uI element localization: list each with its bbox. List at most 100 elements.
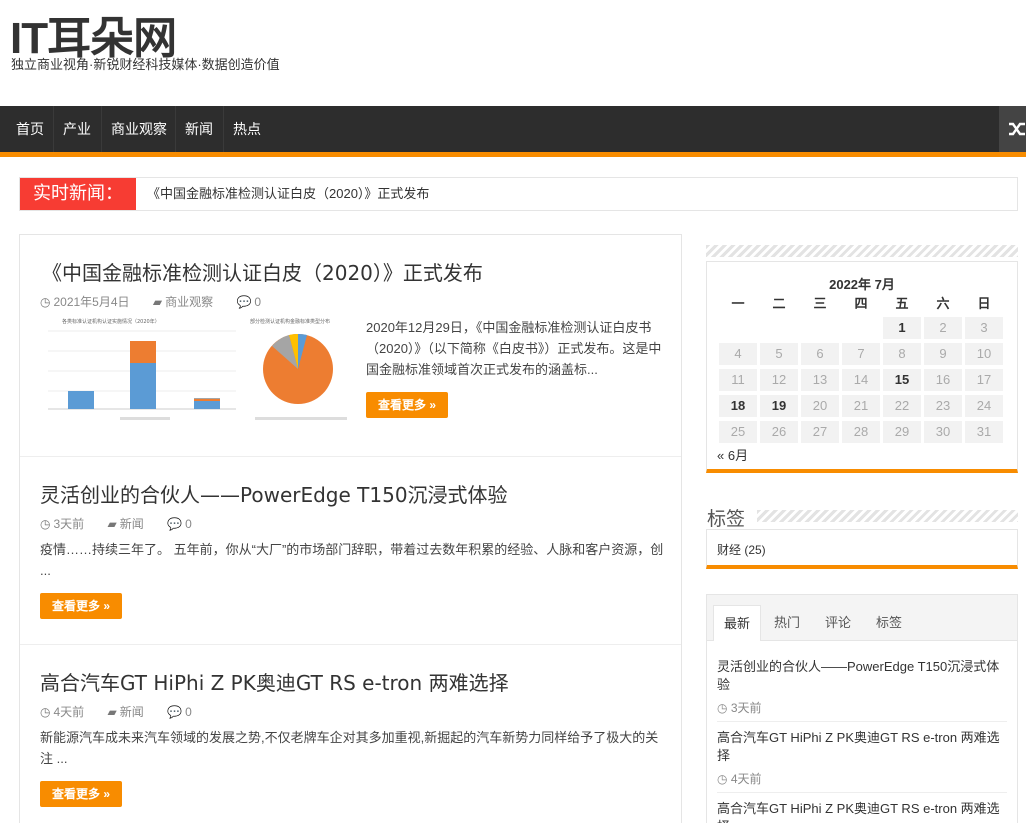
calendar-day: 29 bbox=[883, 421, 921, 443]
post-thumbnail[interactable]: 各类标准认证机构认证实施情况（2020年） 部分检测认证机构金融标准类型分布 bbox=[40, 317, 352, 429]
calendar-prev-month-link[interactable]: « 6月 bbox=[717, 445, 748, 464]
post-meta: ◷ 2021年5月4日 ▰ 商业观察 💬 0 bbox=[40, 293, 281, 310]
calendar-weekday: 日 bbox=[977, 296, 991, 311]
post-date: ◷ 2021年5月4日 bbox=[40, 295, 130, 309]
post-title[interactable]: 《中国金融标准检测认证白皮（2020）》正式发布 bbox=[42, 257, 483, 286]
calendar-day: 30 bbox=[924, 421, 962, 443]
comments-icon: 💬 bbox=[167, 517, 183, 531]
nav-item-hot[interactable]: 热点 bbox=[223, 106, 271, 152]
calendar-day: 26 bbox=[760, 421, 798, 443]
calendar-day: 6 bbox=[801, 343, 839, 365]
calendar-day: 4 bbox=[719, 343, 757, 365]
calendar-day: 24 bbox=[965, 395, 1003, 417]
widget-header-stripe bbox=[757, 510, 1018, 522]
read-more-button[interactable]: 查看更多 » bbox=[40, 781, 123, 807]
calendar-day: 14 bbox=[842, 369, 880, 391]
clock-icon: ◷ bbox=[717, 772, 731, 786]
tags-widget-title: 标签 bbox=[707, 508, 746, 530]
breaking-news-label: 实时新闻： bbox=[20, 178, 136, 210]
post-excerpt: 2020年12月29日，《中国金融标准检测认证白皮书（2020）》（以下简称《白… bbox=[366, 320, 662, 377]
calendar-day[interactable]: 15 bbox=[883, 369, 921, 391]
calendar-day: 12 bbox=[760, 369, 798, 391]
calendar-day: 11 bbox=[719, 369, 757, 391]
post-comments[interactable]: 💬 0 bbox=[167, 705, 202, 719]
post-excerpt: 疫情……持续三年了。 五年前，你从“大厂”的市场部门辞职，带着过去数年积累的经验… bbox=[40, 542, 664, 578]
post-list: 《中国金融标准检测认证白皮（2020）》正式发布 ◷ 2021年5月4日 ▰ 商业观… bbox=[19, 234, 682, 823]
nav-item-industry[interactable]: 产业 bbox=[53, 106, 101, 152]
calendar-day: 31 bbox=[965, 421, 1003, 443]
calendar-day[interactable]: 19 bbox=[760, 395, 798, 417]
calendar-day: 2 bbox=[924, 317, 962, 339]
post-category[interactable]: ▰ 新闻 bbox=[108, 517, 154, 531]
tag-link[interactable]: 财经 (25) bbox=[717, 541, 766, 558]
side-post-divider bbox=[717, 792, 1007, 793]
tabs-bar: 最新 热门 评论 标签 bbox=[707, 595, 1017, 641]
post-category[interactable]: ▰ 新闻 bbox=[108, 705, 154, 719]
calendar-weekday: 二 bbox=[772, 296, 786, 311]
calendar-weekday: 五 bbox=[895, 296, 909, 311]
tabs-widget: 最新 热门 评论 标签 灵活创业的合伙人——PowerEdge T150沉浸式体… bbox=[706, 594, 1018, 823]
calendar-day: 13 bbox=[801, 369, 839, 391]
widget-header-stripe bbox=[706, 245, 1018, 257]
folder-icon: ▰ bbox=[107, 705, 117, 719]
calendar-weekday: 四 bbox=[854, 296, 868, 311]
nav-item-business[interactable]: 商业观察 bbox=[101, 106, 177, 152]
read-more-button[interactable]: 查看更多 » bbox=[40, 593, 123, 619]
calendar-day: 17 bbox=[965, 369, 1003, 391]
side-post-title[interactable]: 灵活创业的合伙人——PowerEdge T150沉浸式体验 bbox=[717, 658, 1009, 694]
calendar-day: 25 bbox=[719, 421, 757, 443]
calendar-day[interactable]: 18 bbox=[719, 395, 757, 417]
site-description: 独立商业视角·新锐财经科技媒体·数据创造价值 bbox=[11, 57, 280, 72]
post-meta: ◷ 4天前 ▰ 新闻 💬 0 bbox=[40, 703, 212, 720]
calendar-weekday: 一 bbox=[731, 296, 745, 311]
calendar-day: 5 bbox=[760, 343, 798, 365]
nav-item-home[interactable]: 首页 bbox=[6, 106, 54, 152]
calendar-day: 23 bbox=[924, 395, 962, 417]
nav-accent-stripe bbox=[0, 152, 1026, 157]
calendar-caption: 2022年 7月 bbox=[829, 277, 895, 292]
side-post-time: ◷ 4天前 bbox=[717, 772, 762, 786]
post-comments[interactable]: 💬 0 bbox=[236, 295, 271, 309]
side-post-title[interactable]: 高合汽车GT HiPhi Z PK奥迪GT RS e-tron 两难选择 bbox=[717, 800, 1009, 823]
side-post-title[interactable]: 高合汽车GT HiPhi Z PK奥迪GT RS e-tron 两难选择 bbox=[717, 729, 1009, 765]
calendar-day: 3 bbox=[965, 317, 1003, 339]
breaking-news-link[interactable]: 《中国金融标准检测认证白皮（2020）》正式发布 bbox=[147, 178, 429, 210]
calendar-weekday: 六 bbox=[936, 296, 950, 311]
folder-icon: ▰ bbox=[107, 517, 117, 531]
nav-item-news[interactable]: 新闻 bbox=[175, 106, 223, 152]
calendar-weekday: 三 bbox=[813, 296, 827, 311]
tab-tags[interactable]: 标签 bbox=[866, 605, 912, 641]
calendar-day: 22 bbox=[883, 395, 921, 417]
post-category[interactable]: ▰ 商业观察 bbox=[153, 295, 223, 309]
side-post-time: ◷ 3天前 bbox=[717, 701, 762, 715]
thumbnail-chart-image: 各类标准认证机构认证实施情况（2020年） 部分检测认证机构金融标准类型分布 bbox=[48, 318, 347, 420]
post-comments[interactable]: 💬 0 bbox=[167, 517, 202, 531]
clock-icon: ◷ bbox=[40, 517, 51, 531]
post-date: ◷ 3天前 bbox=[40, 517, 85, 531]
calendar-day[interactable]: 1 bbox=[883, 317, 921, 339]
calendar-widget: 2022年 7月 一二三四五六日 1 2 3 4 5 6 7 8 9 10 11 12 13 14 15 16 1… bbox=[706, 261, 1018, 473]
post-divider bbox=[20, 644, 681, 645]
breaking-news-bar: 实时新闻： 《中国金融标准检测认证白皮（2020）》正式发布 bbox=[19, 177, 1018, 211]
tab-popular[interactable]: 热门 bbox=[764, 605, 810, 641]
shuffle-icon bbox=[1009, 122, 1025, 136]
post-meta: ◷ 3天前 ▰ 新闻 💬 0 bbox=[40, 515, 212, 532]
post-date: ◷ 4天前 bbox=[40, 705, 85, 719]
calendar-day: 28 bbox=[842, 421, 880, 443]
calendar-day: 27 bbox=[801, 421, 839, 443]
tab-latest[interactable]: 最新 bbox=[713, 605, 762, 641]
comments-icon: 💬 bbox=[167, 705, 183, 719]
post-title[interactable]: 灵活创业的合伙人——PowerEdge T150沉浸式体验 bbox=[40, 479, 508, 508]
calendar-day: 9 bbox=[924, 343, 962, 365]
post-excerpt: 新能源汽车成未来汽车领域的发展之势,不仅老牌车企对其多加重视,新掘起的汽车新势力… bbox=[40, 730, 659, 766]
random-article-button[interactable] bbox=[999, 106, 1026, 152]
read-more-button[interactable]: 查看更多 » bbox=[366, 392, 449, 418]
main-navigation: 首页 产业 商业观察 新闻 热点 bbox=[0, 106, 1026, 152]
post-divider bbox=[20, 456, 681, 457]
calendar-day: 7 bbox=[842, 343, 880, 365]
tab-comments[interactable]: 评论 bbox=[815, 605, 861, 641]
post-title[interactable]: 高合汽车GT HiPhi Z PK奥迪GT RS e-tron 两难选择 bbox=[40, 667, 509, 696]
clock-icon: ◷ bbox=[40, 295, 51, 309]
comments-icon: 💬 bbox=[236, 295, 252, 309]
calendar-day: 16 bbox=[924, 369, 962, 391]
